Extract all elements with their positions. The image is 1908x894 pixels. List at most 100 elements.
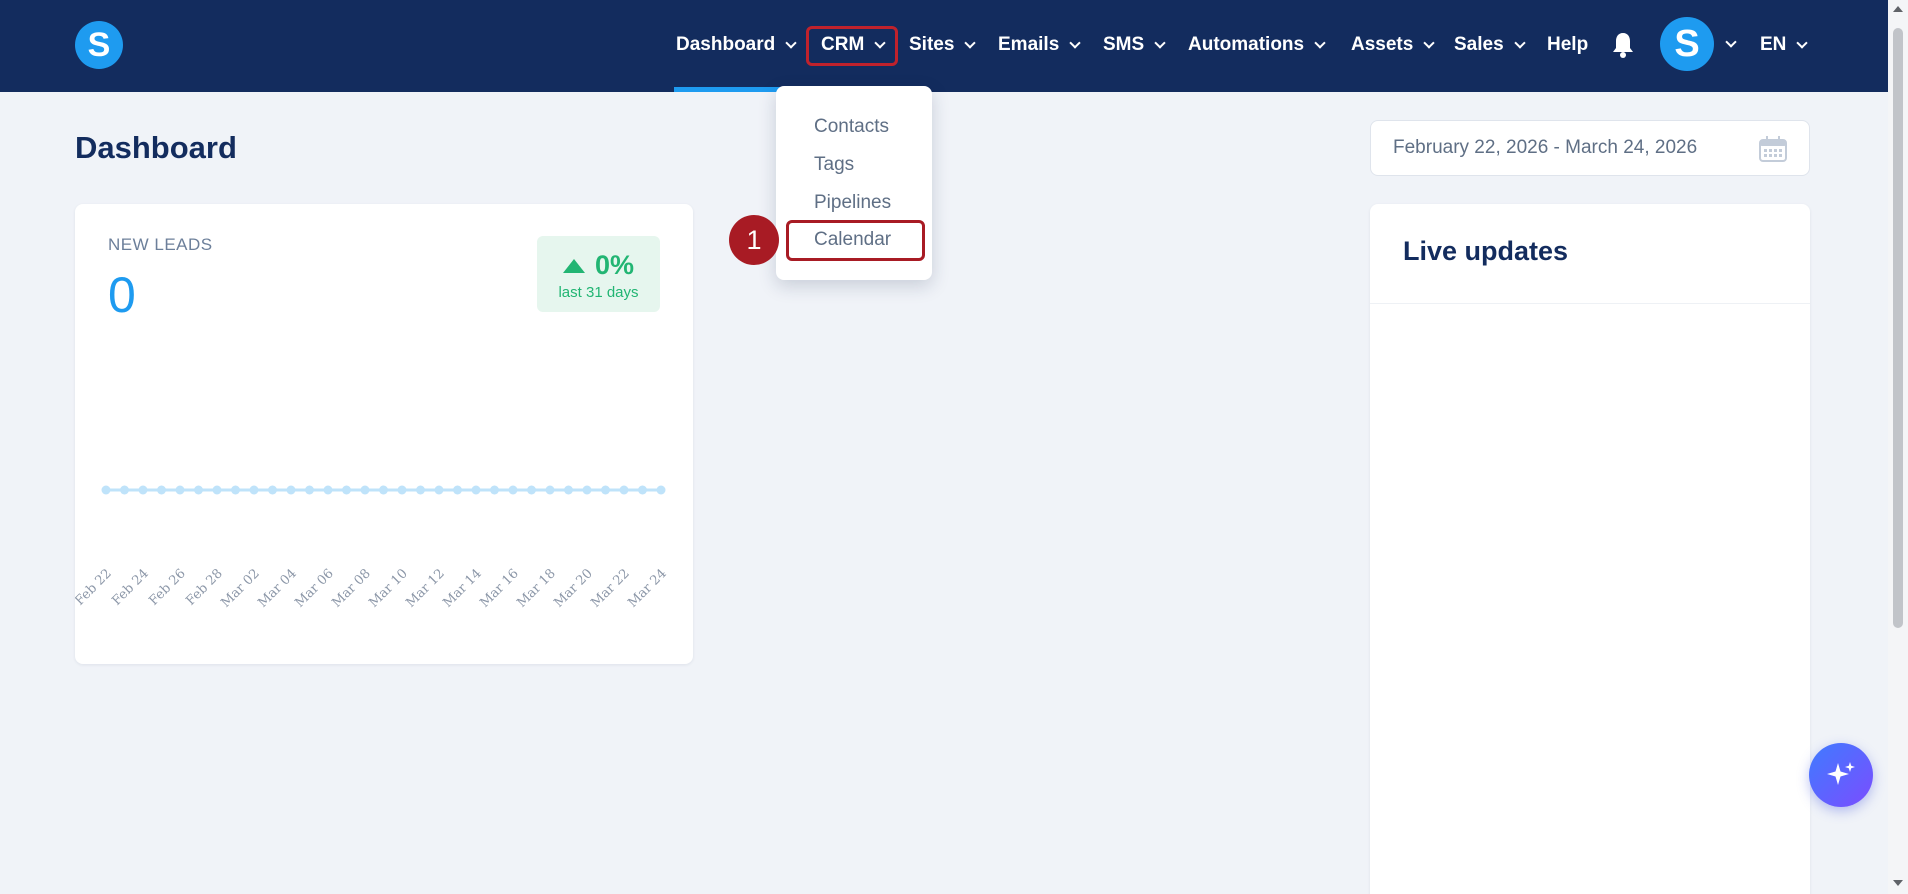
language-label: EN: [1760, 34, 1787, 55]
chevron-down-icon: [964, 36, 977, 49]
page-title: Dashboard: [75, 130, 237, 165]
x-tick-label: Feb 22: [75, 566, 115, 608]
nav-crm-label: CRM: [821, 34, 865, 55]
data-point[interactable]: [601, 485, 610, 495]
data-point[interactable]: [527, 485, 536, 495]
x-tick-label: Feb 24: [109, 566, 151, 608]
data-point[interactable]: [305, 485, 314, 495]
page-scrollbar[interactable]: [1888, 0, 1908, 894]
data-point[interactable]: [416, 485, 425, 495]
new-leads-chart: Feb 22Feb 24Feb 26Feb 28Mar 02Mar 04Mar …: [75, 485, 670, 611]
calendar-highlight-box: [786, 220, 925, 261]
x-tick-label: Mar 22: [588, 566, 633, 611]
nav-assets[interactable]: Assets: [1351, 30, 1435, 60]
data-point[interactable]: [286, 485, 296, 495]
chevron-down-icon: [1423, 36, 1435, 49]
data-point[interactable]: [564, 485, 573, 495]
x-tick-label: Mar 08: [329, 566, 374, 611]
date-range-picker[interactable]: February 22, 2026 - March 24, 2026: [1370, 120, 1810, 176]
nav-dashboard-label: Dashboard: [676, 34, 776, 55]
scroll-down-arrow-icon[interactable]: [1893, 880, 1903, 886]
nav-sms[interactable]: SMS: [1103, 30, 1166, 60]
chevron-down-icon: [785, 36, 797, 49]
data-point[interactable]: [434, 485, 444, 495]
new-leads-card: NEW LEADS 0 0% last 31 days Feb 22 Feb 24…: [75, 204, 693, 664]
data-point[interactable]: [101, 485, 111, 495]
x-tick-label: Mar 14: [440, 566, 485, 611]
data-point[interactable]: [379, 485, 388, 495]
scroll-up-arrow-icon[interactable]: [1893, 6, 1903, 12]
sparkles-icon: [1827, 762, 1855, 785]
data-point[interactable]: [508, 485, 518, 495]
chevron-down-icon[interactable]: [1725, 36, 1737, 48]
language-selector[interactable]: EN: [1760, 30, 1809, 60]
nav-crm[interactable]: CRM: [821, 30, 886, 60]
data-point[interactable]: [471, 485, 481, 495]
nav-sales[interactable]: Sales: [1454, 30, 1526, 60]
chevron-down-icon: [1069, 36, 1081, 49]
x-tick-label: Mar 16: [477, 566, 522, 611]
x-tick-label: Mar 04: [255, 566, 300, 611]
x-tick-label: Mar 06: [292, 566, 337, 611]
menu-item-pipelines[interactable]: Pipelines: [814, 192, 891, 214]
nav-help-label: Help: [1547, 34, 1589, 55]
data-point[interactable]: [490, 485, 499, 495]
data-point[interactable]: [619, 485, 629, 495]
data-point[interactable]: [249, 485, 259, 495]
data-point[interactable]: [342, 485, 351, 495]
ai-assistant-button[interactable]: [1809, 743, 1873, 807]
data-point[interactable]: [582, 485, 592, 495]
date-range-text: February 22, 2026 - March 24, 2026: [1393, 137, 1698, 158]
chevron-down-icon: [1796, 36, 1809, 49]
scroll-thumb[interactable]: [1893, 28, 1903, 628]
active-nav-indicator: [674, 87, 780, 92]
avatar-letter: S: [1674, 22, 1700, 65]
nav-assets-label: Assets: [1351, 34, 1414, 55]
chevron-down-icon: [1513, 36, 1526, 49]
data-point[interactable]: [656, 485, 666, 495]
menu-item-tags[interactable]: Tags: [814, 154, 854, 176]
data-point[interactable]: [120, 485, 129, 495]
bell-icon[interactable]: [1612, 31, 1634, 59]
x-tick-label: Mar 20: [551, 566, 596, 611]
data-point[interactable]: [157, 485, 166, 495]
data-point[interactable]: [453, 485, 462, 495]
step-number-badge: 1: [729, 215, 779, 265]
x-tick-label: Mar 18: [514, 566, 559, 611]
nav-automations-label: Automations: [1188, 34, 1305, 55]
nav-sites[interactable]: Sites: [909, 30, 977, 60]
x-tick-label: Mar 12: [403, 566, 448, 611]
nav-emails[interactable]: Emails: [998, 30, 1081, 60]
data-point[interactable]: [397, 485, 407, 495]
data-point[interactable]: [194, 485, 203, 495]
chevron-down-icon: [1314, 36, 1326, 49]
user-avatar[interactable]: S: [1660, 17, 1714, 71]
chevron-down-icon: [874, 36, 886, 49]
data-point[interactable]: [175, 485, 185, 495]
data-point[interactable]: [212, 485, 222, 495]
data-point[interactable]: [638, 485, 647, 495]
nav-help[interactable]: Help: [1547, 30, 1588, 60]
top-navigation: S Dashboard CRM Sites Emails SMS Automat…: [0, 0, 1888, 92]
logo-letter: S: [87, 25, 111, 64]
data-point[interactable]: [360, 485, 370, 495]
menu-item-contacts[interactable]: Contacts: [814, 116, 889, 138]
nav-sites-label: Sites: [909, 34, 955, 55]
data-point[interactable]: [268, 485, 277, 495]
x-tick-label: Mar 24: [625, 566, 670, 611]
data-point[interactable]: [545, 485, 555, 495]
x-tick-label: Mar 02: [218, 566, 263, 611]
x-tick-label: Feb 26: [146, 566, 188, 608]
data-point[interactable]: [231, 485, 240, 495]
nav-automations[interactable]: Automations: [1188, 30, 1326, 60]
x-tick-label: Mar 10: [366, 566, 411, 611]
nav-dashboard[interactable]: Dashboard: [676, 30, 797, 60]
live-updates-card: Live updates: [1370, 204, 1810, 894]
brand-logo[interactable]: S: [75, 21, 123, 69]
data-point[interactable]: [323, 485, 333, 495]
data-point[interactable]: [138, 485, 148, 495]
nav-sales-label: Sales: [1454, 34, 1504, 55]
nav-emails-label: Emails: [998, 34, 1060, 55]
chevron-down-icon: [1154, 36, 1166, 49]
calendar-icon[interactable]: [1759, 136, 1787, 162]
